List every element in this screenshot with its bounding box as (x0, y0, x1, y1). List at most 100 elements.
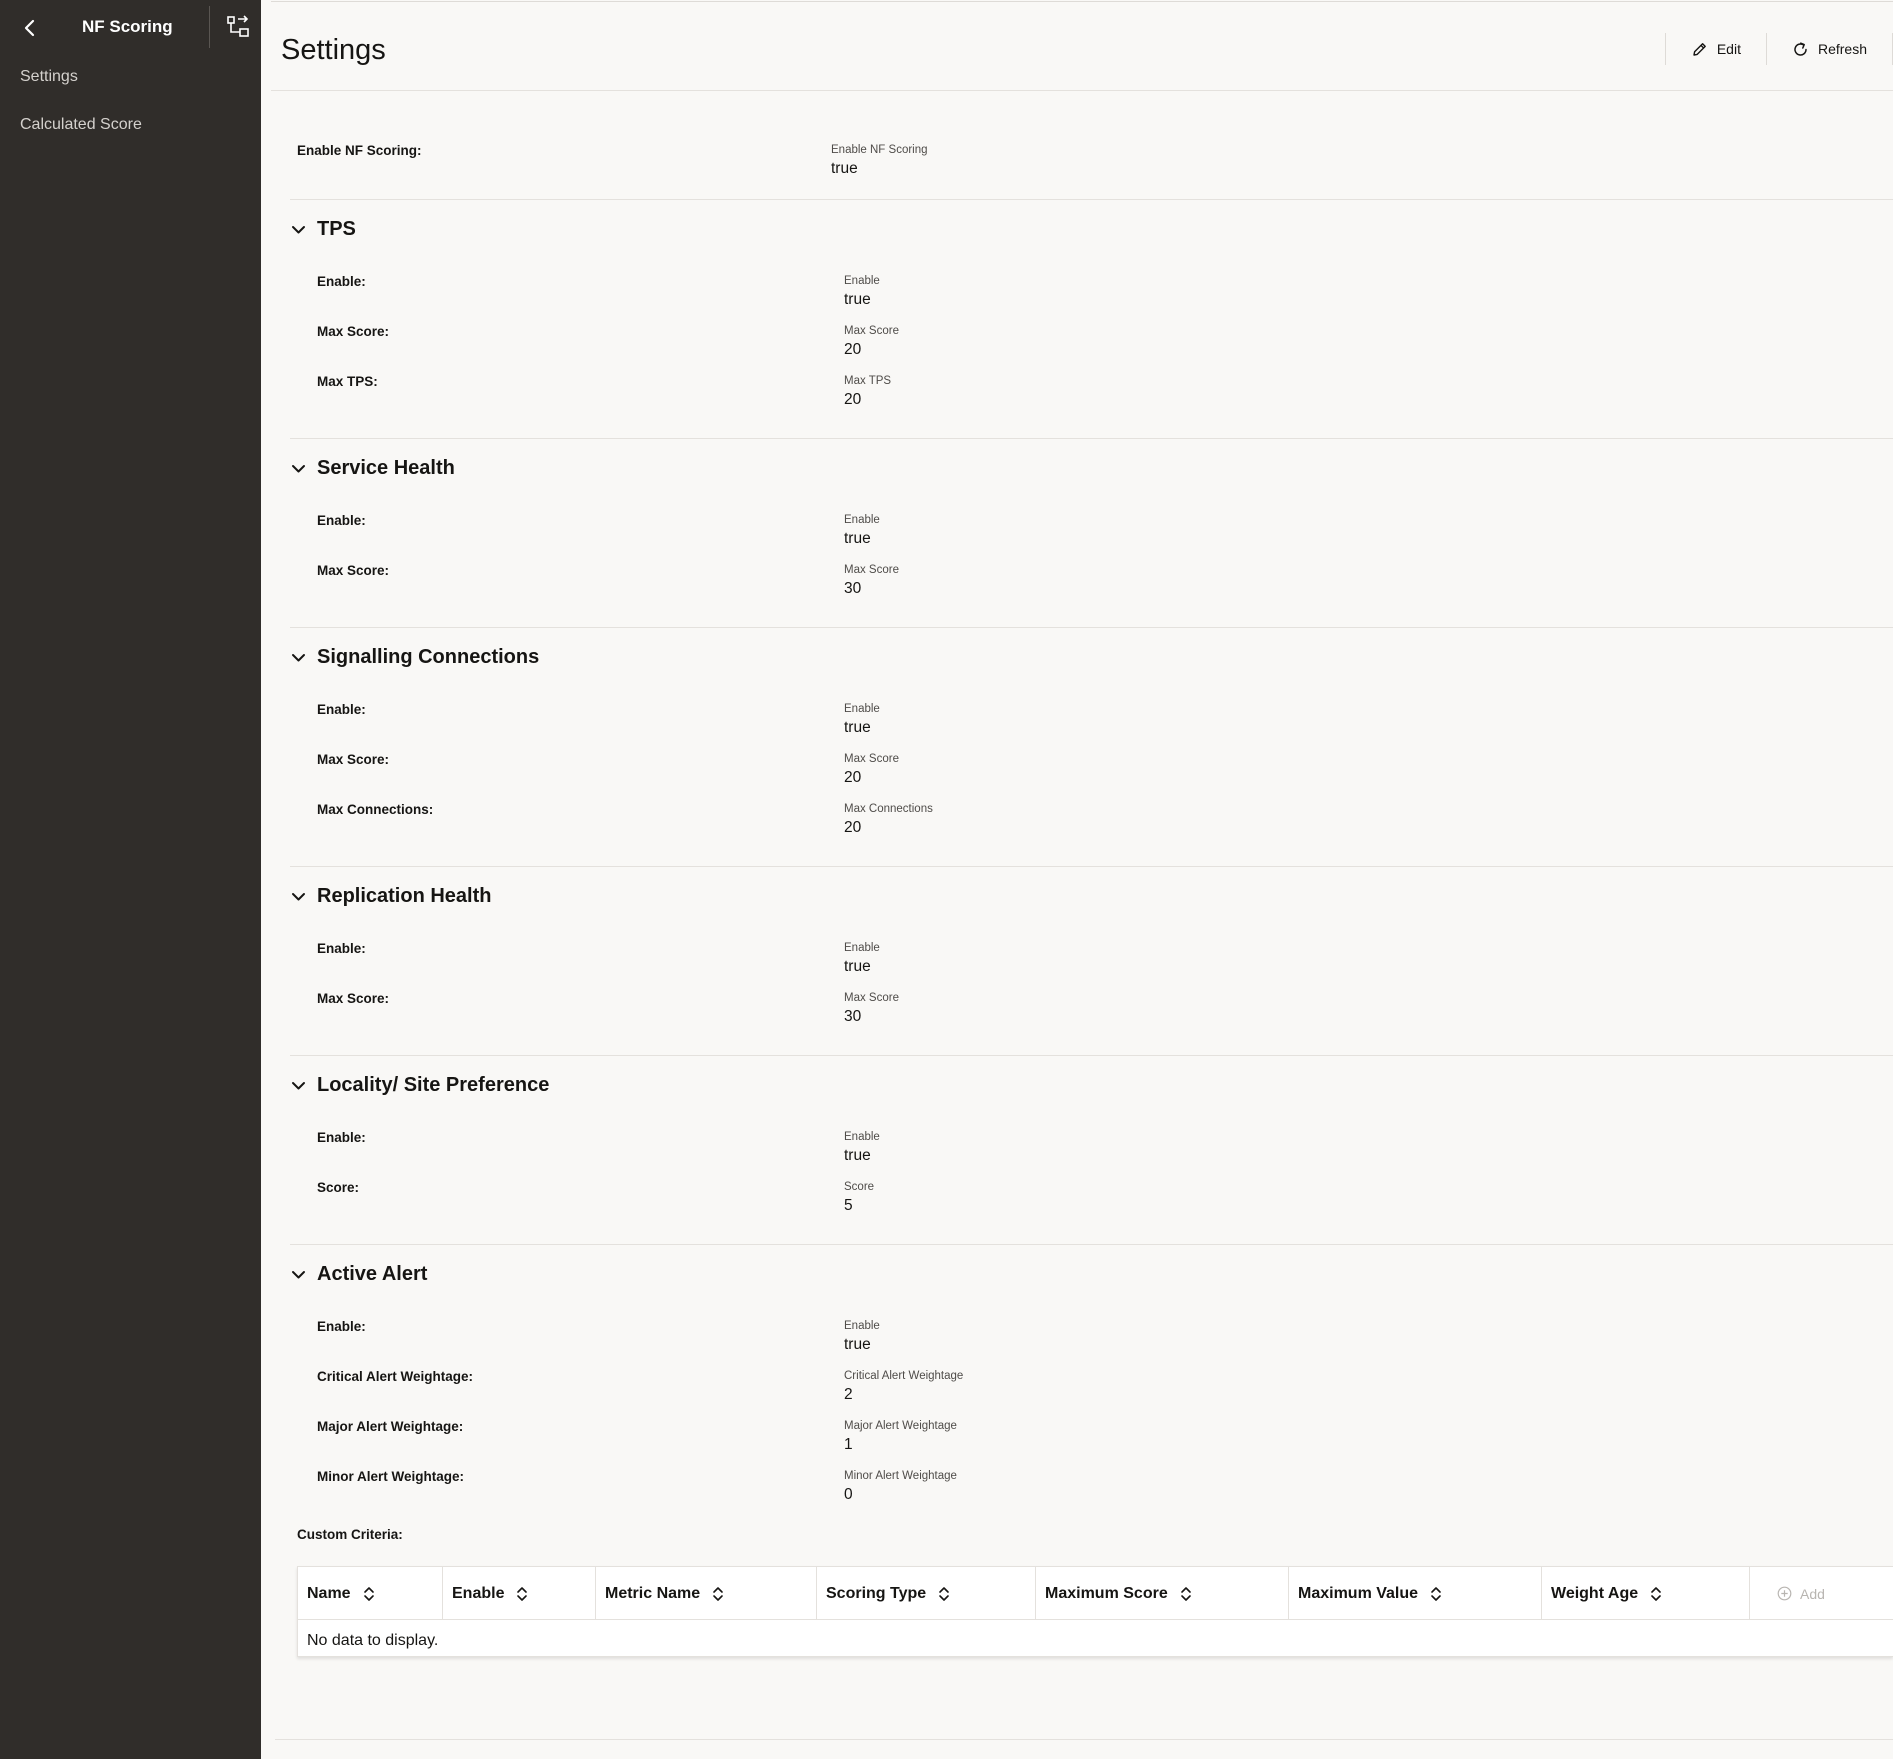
column-header-label: Name (307, 1584, 351, 1602)
replication-max-score-label: Max Score: (317, 991, 390, 1006)
column-header-label: Maximum Value (1298, 1584, 1419, 1602)
column-header-weight-age[interactable]: Weight Age (1542, 1567, 1750, 1620)
section-tps-title: TPS (317, 218, 356, 240)
footer-divider (275, 1739, 1893, 1740)
column-header-metric-name[interactable]: Metric Name (596, 1567, 817, 1620)
sort-icon (713, 1586, 723, 1601)
chevron-down-icon (292, 465, 305, 473)
signalling-max-connections-caption: Max Connections (844, 803, 933, 815)
replication-max-score-caption: Max Score (844, 992, 899, 1004)
locality-score-label: Score: (317, 1180, 360, 1195)
header-divider (271, 90, 1893, 91)
sort-icon (1180, 1586, 1191, 1601)
tps-enable-caption: Enable (844, 275, 880, 287)
chevron-down-icon (292, 226, 305, 234)
critical-alert-weightage-label: Critical Alert Weightage: (317, 1369, 474, 1384)
top-divider (271, 1, 1893, 2)
section-service-health-title: Service Health (317, 457, 455, 479)
section-divider (290, 1055, 1893, 1056)
add-row-button-label: Add (1800, 1585, 1825, 1602)
column-header-label: Maximum Score (1045, 1584, 1168, 1602)
minor-alert-weightage-label: Minor Alert Weightage: (317, 1469, 465, 1484)
sort-icon (1651, 1586, 1661, 1601)
minor-alert-weightage-caption: Minor Alert Weightage (844, 1470, 957, 1482)
sidebar-item-calculated-score[interactable]: Calculated Score (20, 116, 142, 134)
custom-criteria-table: Name Enable Metric Name Scoring Type Max… (297, 1566, 1893, 1657)
active-alert-enable-caption: Enable (844, 1320, 880, 1332)
toolbar: Edit Refresh (1664, 32, 1893, 66)
locality-enable-value[interactable]: true (844, 1147, 871, 1165)
tps-max-tps-label: Max TPS: (317, 374, 378, 389)
table-empty-message: No data to display. (307, 1632, 439, 1649)
section-divider (290, 627, 1893, 628)
tps-enable-value[interactable]: true (844, 291, 871, 309)
service-health-enable-value[interactable]: true (844, 530, 871, 548)
add-row-button[interactable]: Add (1750, 1567, 1825, 1620)
locality-score-value[interactable]: 5 (844, 1197, 853, 1215)
tps-max-score-caption: Max Score (844, 325, 899, 337)
signalling-enable-label: Enable: (317, 702, 366, 717)
locality-enable-caption: Enable (844, 1131, 880, 1143)
replication-enable-label: Enable: (317, 941, 366, 956)
tps-max-score-value[interactable]: 20 (844, 341, 861, 359)
chevron-down-icon (292, 654, 305, 662)
edit-button-label: Edit (1716, 41, 1741, 57)
replication-enable-value[interactable]: true (844, 958, 871, 976)
column-header-label: Enable (452, 1584, 505, 1602)
signalling-enable-value[interactable]: true (844, 719, 871, 737)
tps-enable-label: Enable: (317, 274, 366, 289)
signalling-max-score-caption: Max Score (844, 753, 899, 765)
section-active-alert-title: Active Alert (317, 1263, 428, 1285)
replication-max-score-value[interactable]: 30 (844, 1008, 861, 1026)
service-health-enable-caption: Enable (844, 514, 880, 526)
sidebar-header: NF Scoring (0, 0, 261, 56)
section-tps-header[interactable]: TPS (290, 218, 356, 241)
pencil-icon (1693, 42, 1706, 56)
sidebar-item-settings[interactable]: Settings (20, 68, 78, 86)
service-health-max-score-caption: Max Score (844, 564, 899, 576)
section-locality-header[interactable]: Locality/ Site Preference (290, 1074, 549, 1097)
sidebar-collapse-icon[interactable] (226, 14, 252, 40)
column-header-name[interactable]: Name (298, 1567, 443, 1620)
signalling-max-connections-label: Max Connections: (317, 802, 434, 817)
chevron-down-icon (292, 893, 305, 901)
plus-circle-icon (1777, 1586, 1792, 1601)
enable-nf-scoring-value[interactable]: true (831, 160, 858, 178)
column-header-enable[interactable]: Enable (443, 1567, 596, 1620)
tps-max-tps-value[interactable]: 20 (844, 391, 861, 409)
section-replication-header[interactable]: Replication Health (290, 885, 491, 908)
service-health-max-score-label: Max Score: (317, 563, 390, 578)
sort-icon (363, 1586, 374, 1601)
major-alert-weightage-value[interactable]: 1 (844, 1436, 853, 1454)
active-alert-enable-value[interactable]: true (844, 1336, 871, 1354)
signalling-max-connections-value[interactable]: 20 (844, 819, 861, 837)
edit-button[interactable]: Edit (1666, 32, 1766, 66)
minor-alert-weightage-value[interactable]: 0 (844, 1486, 853, 1504)
sort-icon (517, 1586, 528, 1601)
chevron-down-icon (292, 1271, 305, 1279)
major-alert-weightage-caption: Major Alert Weightage (844, 1420, 957, 1432)
sort-icon (939, 1586, 949, 1601)
signalling-max-score-label: Max Score: (317, 752, 390, 767)
section-service-health-header[interactable]: Service Health (290, 457, 455, 480)
section-active-alert-header[interactable]: Active Alert (290, 1263, 427, 1286)
locality-score-caption: Score (844, 1181, 875, 1193)
section-divider (290, 1244, 1893, 1245)
column-header-maximum-score[interactable]: Maximum Score (1036, 1567, 1289, 1620)
refresh-button[interactable]: Refresh (1767, 32, 1892, 66)
enable-nf-scoring-label: Enable NF Scoring: (297, 143, 422, 158)
service-health-max-score-value[interactable]: 30 (844, 580, 861, 598)
critical-alert-weightage-value[interactable]: 2 (844, 1386, 853, 1404)
chevron-left-icon[interactable] (18, 16, 42, 40)
custom-criteria-label: Custom Criteria: (297, 1527, 403, 1542)
section-signalling-header[interactable]: Signalling Connections (290, 646, 539, 669)
sidebar-header-divider (209, 6, 210, 48)
column-header-scoring-type[interactable]: Scoring Type (817, 1567, 1036, 1620)
page-title: Settings (281, 34, 386, 66)
refresh-button-label: Refresh (1817, 41, 1867, 57)
column-header-label: Metric Name (605, 1584, 701, 1602)
main-content: Settings Edit Refresh Enable NF Scoring:… (261, 0, 1893, 1759)
column-header-maximum-value[interactable]: Maximum Value (1289, 1567, 1542, 1620)
section-signalling-title: Signalling Connections (317, 646, 540, 668)
signalling-max-score-value[interactable]: 20 (844, 769, 861, 787)
